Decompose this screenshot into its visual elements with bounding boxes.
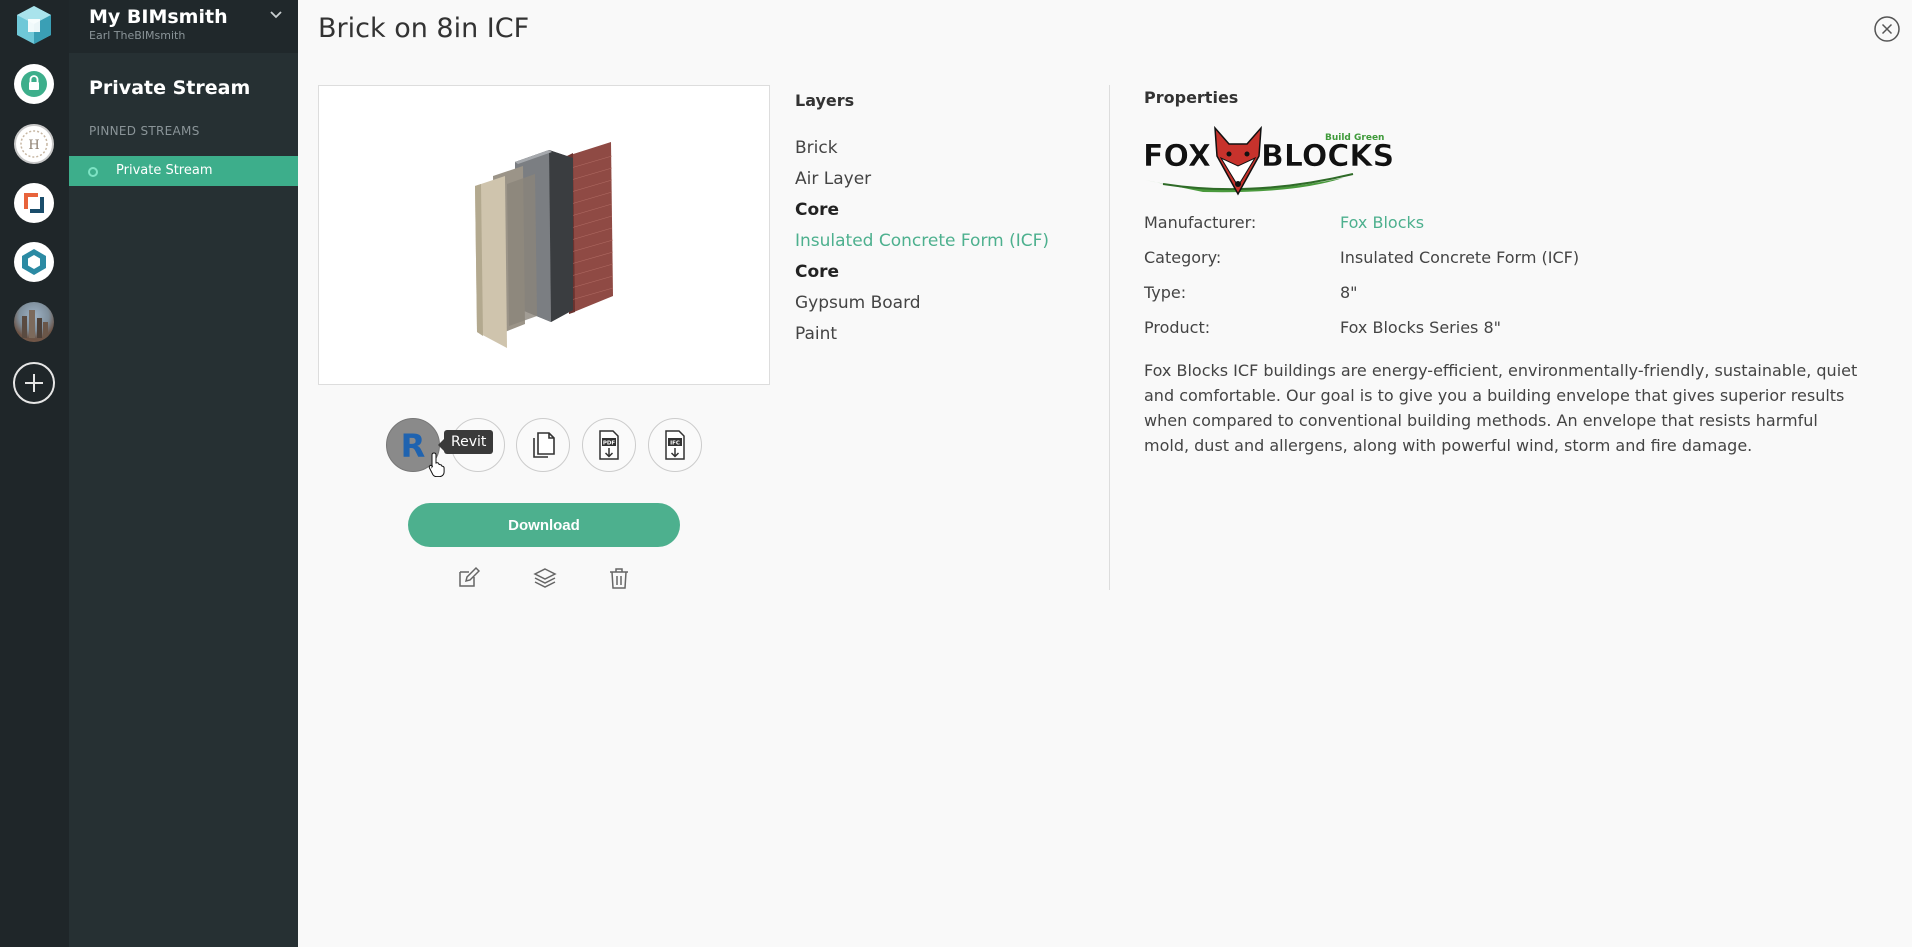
layer-core-label: Core xyxy=(795,200,840,220)
revit-tooltip: Revit xyxy=(437,430,494,454)
h-badge-icon: H xyxy=(20,130,48,158)
private-stream-button[interactable] xyxy=(14,64,54,104)
layer-item: Air Layer xyxy=(795,169,872,189)
wall-assembly-preview xyxy=(318,85,770,385)
wall-assembly-3d-image xyxy=(475,142,614,348)
city-photo-icon xyxy=(22,310,48,338)
sidebar-item-label: Private Stream xyxy=(116,163,213,178)
layers-list: Brick Air Layer Core Insulated Concrete … xyxy=(795,137,1049,354)
property-key: Manufacturer: xyxy=(1144,213,1257,232)
layers-icon[interactable] xyxy=(533,566,557,590)
pdf-download-button[interactable]: PDF xyxy=(582,418,636,472)
stream-sidebar: My BIMsmith Earl TheBIMsmith Private Str… xyxy=(69,0,298,947)
layer-item: Gypsum Board xyxy=(795,293,921,313)
svg-text:FOX: FOX xyxy=(1143,139,1211,174)
bracket-logo-icon xyxy=(24,193,44,213)
column-divider xyxy=(1109,85,1110,590)
property-value: 8" xyxy=(1340,283,1358,302)
property-key: Category: xyxy=(1144,248,1222,267)
property-value: Fox Blocks Series 8" xyxy=(1340,318,1502,337)
svg-text:H: H xyxy=(28,138,39,153)
layer-core-label: Core xyxy=(795,262,840,282)
property-key: Type: xyxy=(1144,283,1187,302)
sidebar-item-private-stream[interactable]: Private Stream xyxy=(69,156,298,186)
layer-item: Brick xyxy=(795,138,838,158)
hand-cursor-icon xyxy=(428,452,445,477)
svg-text:BLOCKS: BLOCKS xyxy=(1261,139,1393,174)
ifc-download-icon: IFC xyxy=(665,430,685,460)
ifc-label: IFC xyxy=(670,441,680,447)
page-title: Brick on 8in ICF xyxy=(318,13,530,44)
download-button[interactable]: Download xyxy=(408,503,680,547)
hex-logo-icon xyxy=(22,249,46,275)
layer-link-icf[interactable]: Insulated Concrete Form (ICF) xyxy=(795,230,1049,261)
pdf-label: PDF xyxy=(603,441,616,447)
manufacturer-link[interactable]: Fox Blocks xyxy=(1340,213,1424,232)
add-stream-button[interactable] xyxy=(13,362,55,404)
revit-letter: R xyxy=(401,427,426,465)
property-key: Product: xyxy=(1144,318,1211,337)
stream-title: Private Stream xyxy=(89,77,251,99)
photo-stream-button[interactable] xyxy=(14,302,54,342)
layers-heading: Layers xyxy=(795,91,855,110)
product-description: Fox Blocks ICF buildings are energy-effi… xyxy=(1144,361,1858,455)
app-stream-2-button[interactable] xyxy=(14,242,54,282)
user-name: Earl TheBIMsmith xyxy=(89,29,186,42)
pdf-download-icon: PDF xyxy=(599,430,619,460)
plus-icon xyxy=(25,374,43,392)
workspace-header[interactable]: My BIMsmith Earl TheBIMsmith xyxy=(69,0,298,53)
chevron-down-icon[interactable] xyxy=(268,8,284,22)
copy-button[interactable] xyxy=(516,418,570,472)
properties-heading: Properties xyxy=(1144,88,1239,107)
layer-item: Paint xyxy=(795,324,838,344)
trash-icon[interactable] xyxy=(607,566,631,590)
close-icon[interactable] xyxy=(1873,15,1901,43)
workspace-title: My BIMsmith xyxy=(89,6,228,28)
property-value: Insulated Concrete Form (ICF) xyxy=(1340,248,1580,267)
pinned-streams-heading: PINNED STREAMS xyxy=(89,124,200,138)
icon-rail: H xyxy=(0,0,69,947)
app-stream-1-button[interactable] xyxy=(14,183,54,223)
bimsmith-logo-icon[interactable] xyxy=(14,4,54,46)
svg-text:Build Green: Build Green xyxy=(1325,133,1384,143)
copy-icon xyxy=(533,432,555,458)
lock-icon xyxy=(16,66,52,102)
fox-blocks-logo: FOX BLOCKS Build Green xyxy=(1143,125,1393,196)
ifc-download-button[interactable]: IFC xyxy=(648,418,702,472)
fox-head-icon xyxy=(1214,125,1262,196)
edit-icon[interactable] xyxy=(456,566,480,590)
stream-dot-icon xyxy=(88,167,98,177)
h-stream-button[interactable]: H xyxy=(14,124,54,164)
